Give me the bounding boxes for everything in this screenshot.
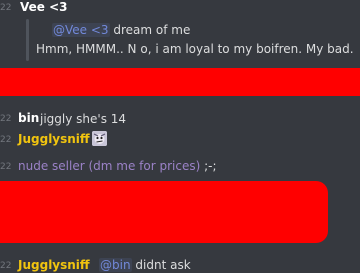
message-author-bin[interactable]: bin	[18, 111, 39, 125]
message-text-vee: Hmm, HMMM.. N o, i am loyal to my boifre…	[36, 42, 354, 56]
confused-face-emoji	[92, 131, 107, 146]
quoted-text: dream of me	[113, 23, 191, 37]
message-timestamp: 22	[0, 162, 12, 172]
chat-panel: 22 Vee <3 @Vee <3 dream of me Hmm, HMMM.…	[0, 0, 360, 273]
message-timestamp: 22	[0, 261, 12, 271]
message-timestamp: 22	[0, 3, 12, 13]
mention-vee[interactable]: @Vee <3	[52, 23, 110, 37]
message-timestamp: 22	[0, 135, 12, 145]
emote-text: ;-;	[204, 159, 217, 173]
message-author-vee[interactable]: Vee <3	[20, 0, 68, 14]
message-timestamp: 22	[0, 114, 12, 124]
redaction-bar	[0, 181, 328, 243]
mention-bin[interactable]: @bin	[99, 258, 132, 272]
quoted-message: @Vee <3 dream of me	[52, 23, 190, 37]
nude-seller-text: nude seller (dm me for prices)	[18, 159, 201, 173]
message-text-jugglysniff: @bin didnt ask	[99, 258, 191, 272]
message-author-jugglysniff[interactable]: Jugglysniff	[18, 258, 90, 272]
redaction-bar	[0, 68, 360, 96]
reply-text: didnt ask	[135, 258, 191, 272]
message-text-nude-seller: nude seller (dm me for prices) ;-;	[18, 159, 217, 173]
message-author-jugglysniff[interactable]: Jugglysniff	[18, 132, 90, 146]
message-text-bin: jiggly she's 14	[40, 112, 127, 126]
quote-bar	[26, 19, 29, 61]
